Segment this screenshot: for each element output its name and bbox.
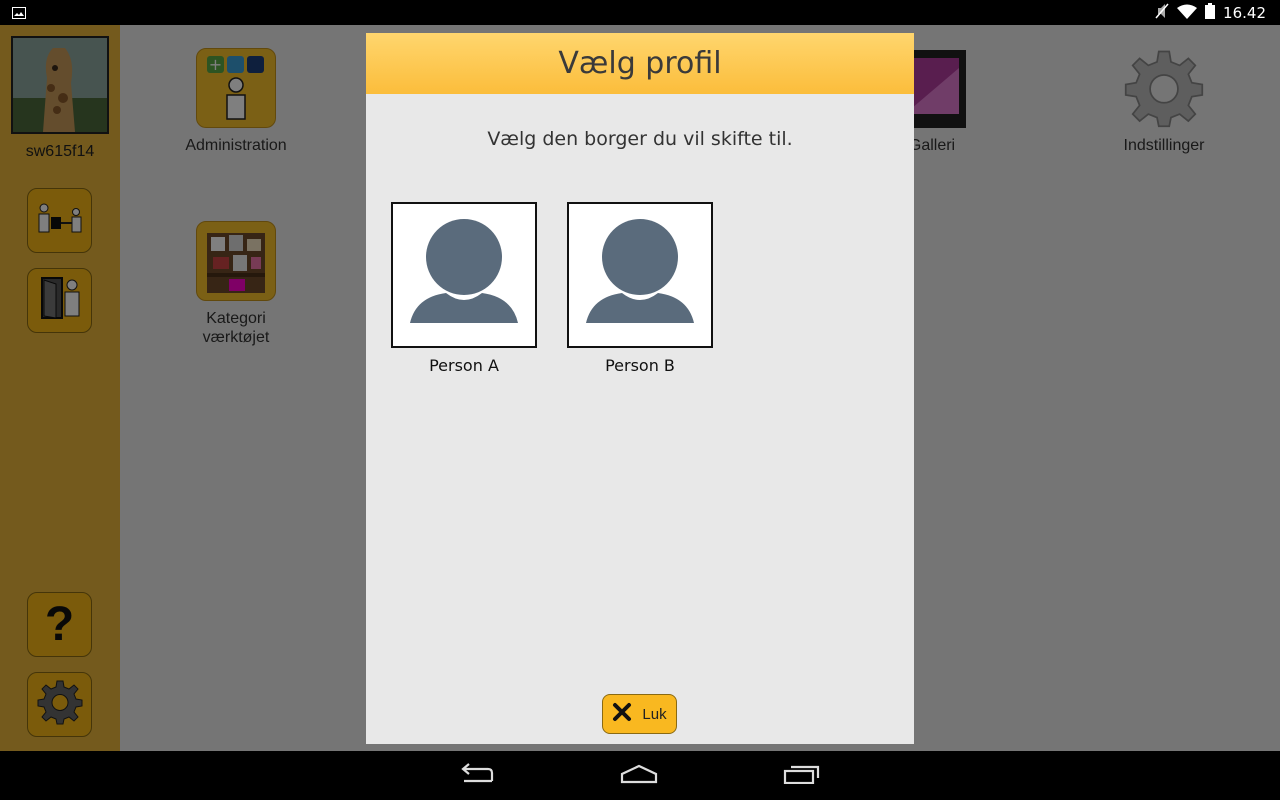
- person-avatar-frame[interactable]: [391, 202, 537, 348]
- recent-apps-icon: [783, 764, 821, 789]
- back-arrow-icon: [458, 762, 496, 790]
- close-icon: [612, 702, 632, 726]
- person-name: Person B: [605, 356, 675, 375]
- person-card[interactable]: Person B: [567, 202, 713, 375]
- navigation-bar: [0, 751, 1280, 800]
- choose-profile-dialog: Vælg profil Vælg den borger du vil skift…: [366, 33, 914, 744]
- person-avatar-icon: [406, 218, 522, 332]
- clock: 16.42: [1223, 4, 1266, 22]
- home-icon: [620, 764, 658, 789]
- close-label: Luk: [642, 705, 667, 723]
- person-card[interactable]: Person A: [391, 202, 537, 375]
- battery-icon: [1205, 3, 1216, 23]
- recent-apps-button[interactable]: [777, 761, 827, 791]
- status-bar: 16.42: [0, 0, 1280, 25]
- person-avatar-frame[interactable]: [567, 202, 713, 348]
- mute-icon: [1155, 3, 1169, 23]
- close-button[interactable]: Luk: [602, 694, 677, 734]
- person-name: Person A: [429, 356, 499, 375]
- back-button[interactable]: [452, 761, 502, 791]
- screenshot-notification-icon: [12, 6, 26, 24]
- person-avatar-icon: [582, 218, 698, 332]
- dialog-header: Vælg profil: [366, 33, 914, 94]
- wifi-icon: [1177, 4, 1198, 23]
- home-button[interactable]: [614, 761, 664, 791]
- dialog-instruction: Vælg den borger du vil skifte til.: [487, 128, 793, 150]
- launcher-screen: sw615f14: [0, 25, 1280, 751]
- dialog-title: Vælg profil: [558, 46, 722, 81]
